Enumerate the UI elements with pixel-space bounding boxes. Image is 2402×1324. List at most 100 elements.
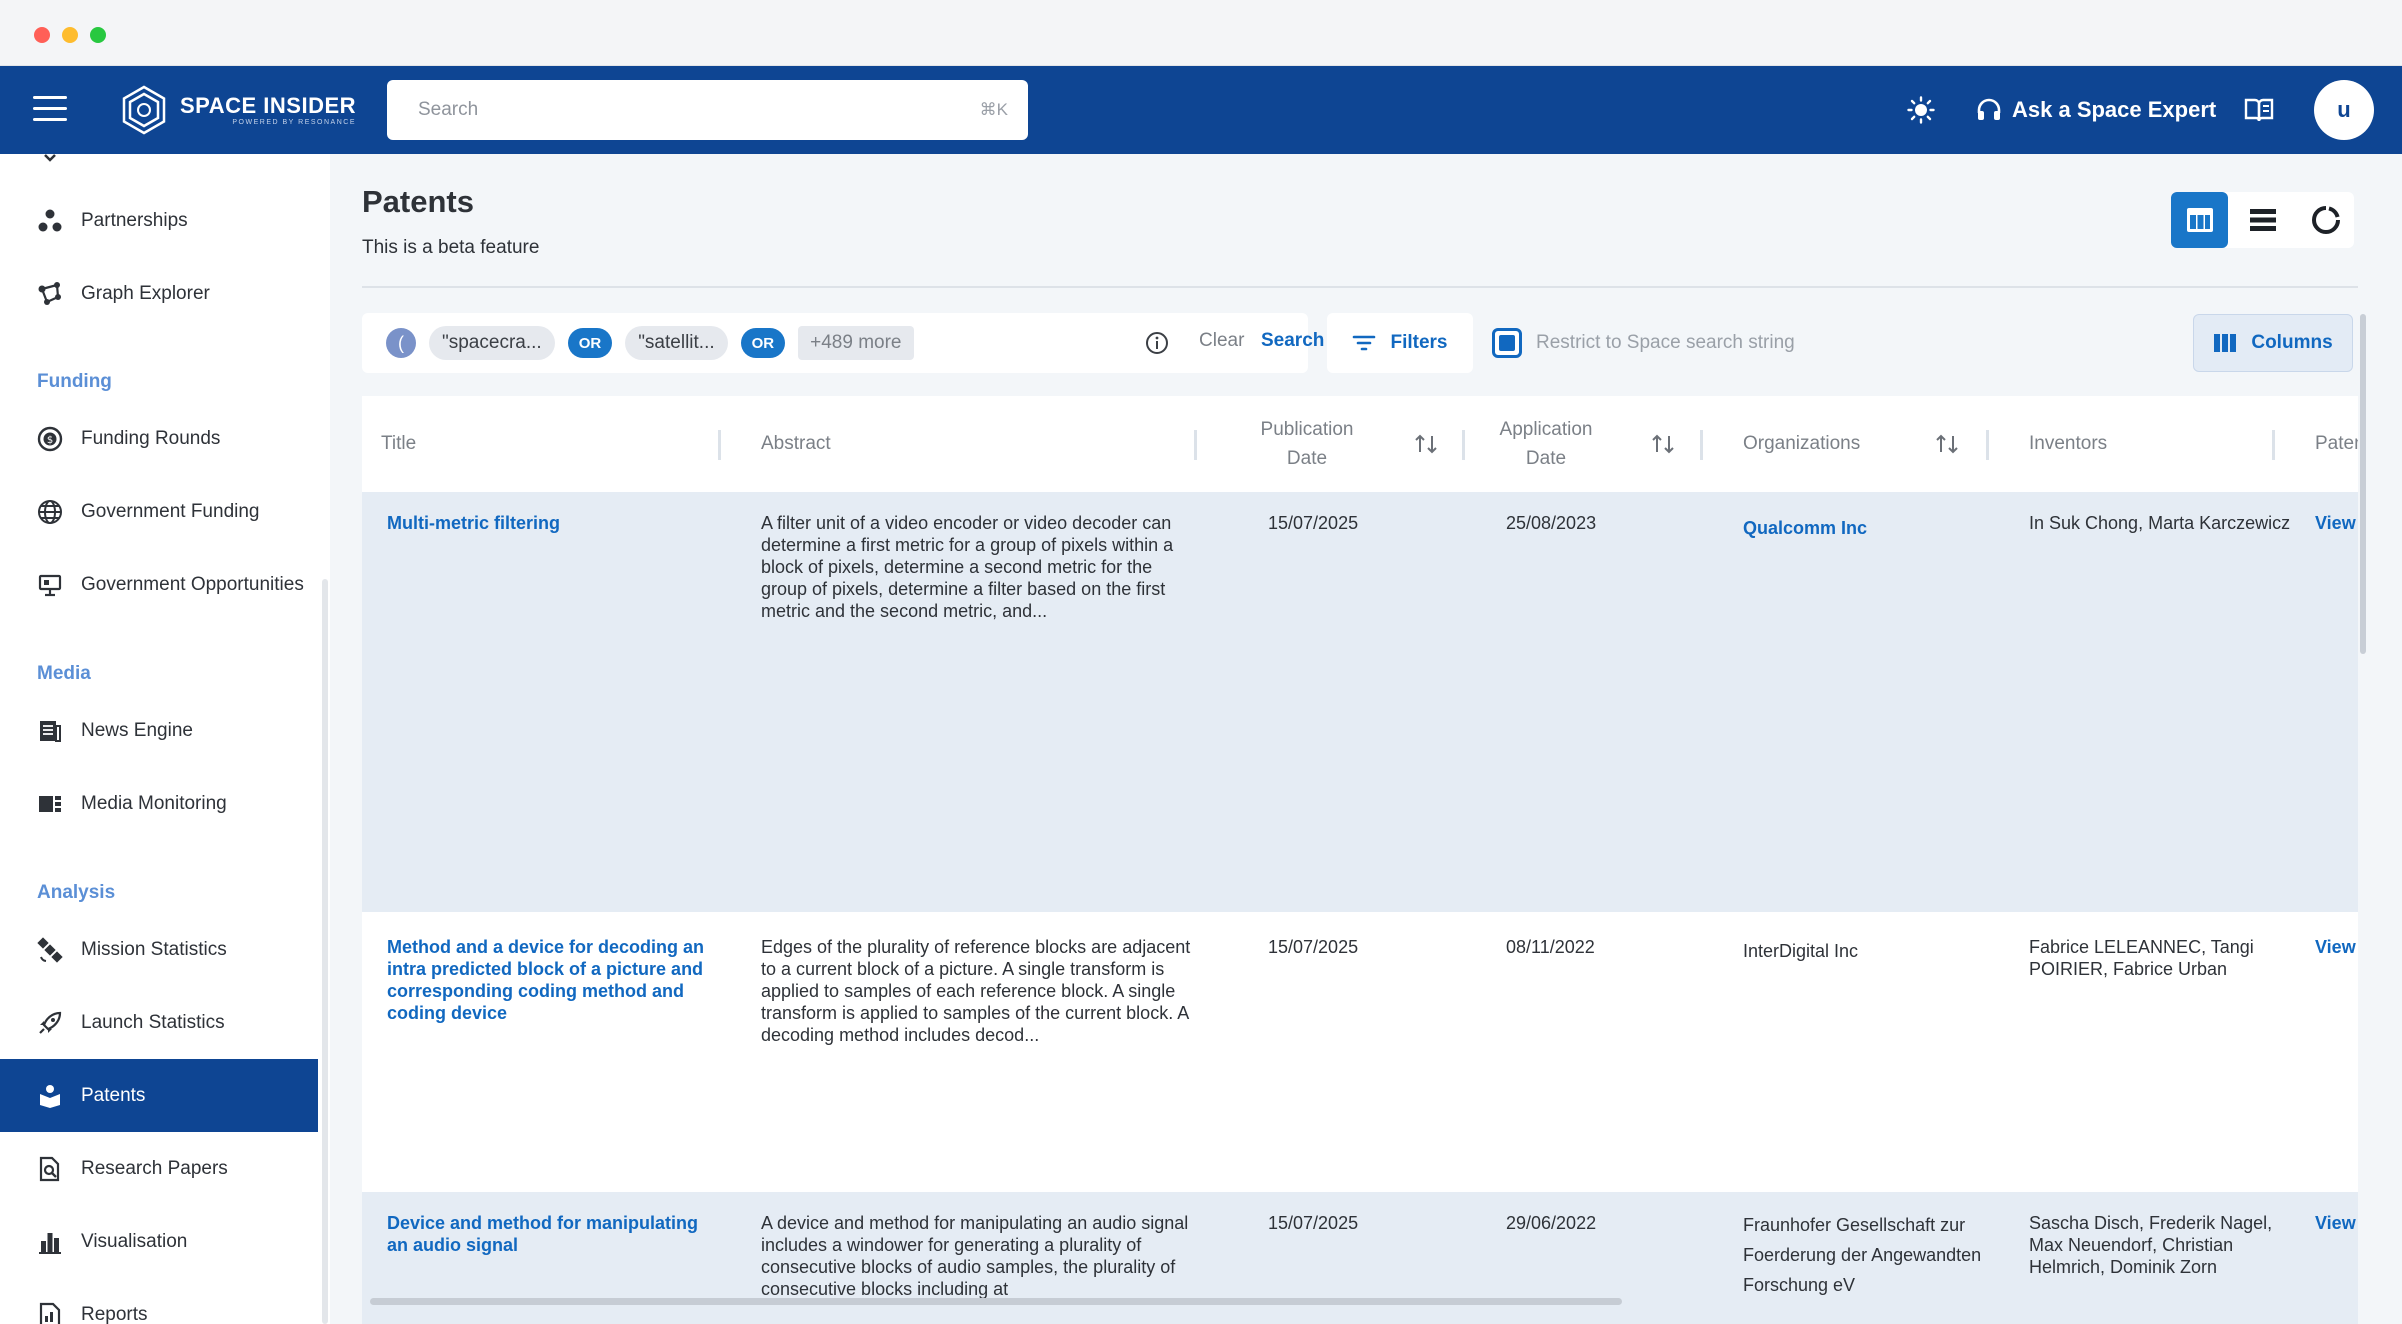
chart-view-button[interactable] <box>2297 192 2354 248</box>
header-patent[interactable]: Patent P <box>2315 396 2358 492</box>
filters-button[interactable]: Filters <box>1327 313 1473 373</box>
sidebar-item-launch-statistics[interactable]: Launch Statistics <box>0 986 318 1059</box>
restrict-toggle[interactable]: Restrict to Space search string <box>1492 328 1795 358</box>
patent-title-link[interactable]: Method and a device for decoding an intr… <box>387 936 717 1024</box>
top-app-bar: SPACE INSIDER POWERED BY RESONANCE ⌘K As… <box>0 66 2402 154</box>
column-resize-handle[interactable] <box>1462 430 1465 460</box>
sidebar-item-funding-rounds[interactable]: $ Funding Rounds <box>0 402 318 475</box>
sidebar-item-government-funding[interactable]: Government Funding <box>0 475 318 548</box>
filter-icon <box>1353 335 1376 351</box>
table-row[interactable]: Method and a device for decoding an intr… <box>362 912 2358 1192</box>
query-term-chip[interactable]: "satellit... <box>625 326 728 360</box>
theme-toggle-sun-icon[interactable] <box>1907 96 1935 124</box>
sort-arrows-icon[interactable] <box>1647 430 1679 458</box>
sidebar-item-media-monitoring[interactable]: Media Monitoring <box>0 767 318 840</box>
sidebar-item-patents[interactable]: Patents <box>0 1059 318 1132</box>
sidebar-item-label: Government Opportunities <box>81 573 304 595</box>
header-title[interactable]: Title <box>381 396 416 492</box>
section-title-funding: Funding <box>37 371 112 392</box>
sidebar-item-label: Media Monitoring <box>81 792 227 814</box>
columns-icon <box>2214 334 2237 352</box>
header-publication-date[interactable]: Publication Date <box>1247 396 1367 492</box>
publication-date: 15/07/2025 <box>1268 937 1359 957</box>
table-horizontal-scrollbar[interactable] <box>370 1298 1622 1305</box>
page-subtitle: This is a beta feature <box>362 237 540 258</box>
or-operator-chip[interactable]: OR <box>740 328 786 358</box>
search-query-button[interactable]: Search <box>1261 330 1324 352</box>
globe-icon <box>37 499 63 525</box>
minimize-window-icon[interactable] <box>62 27 78 43</box>
sidebar-item-label: Research Papers <box>81 1157 228 1179</box>
inventors: Sascha Disch, Frederik Nagel, Max Neuend… <box>2029 1213 2273 1277</box>
patent-title-link[interactable]: Multi-metric filtering <box>387 512 717 534</box>
sidebar-item-graph-explorer[interactable]: Graph Explorer <box>0 257 318 330</box>
or-operator-chip[interactable]: OR <box>567 328 613 358</box>
organization-link[interactable]: Qualcomm Inc <box>1743 517 1993 539</box>
close-window-icon[interactable] <box>34 27 50 43</box>
sort-arrows-icon[interactable] <box>1931 430 1963 458</box>
logo[interactable]: SPACE INSIDER POWERED BY RESONANCE <box>118 80 356 140</box>
table-view-button[interactable] <box>2171 192 2228 248</box>
column-resize-handle[interactable] <box>2272 430 2275 460</box>
sidebar-scrollbar[interactable] <box>322 579 328 1324</box>
sidebar-item-news-engine[interactable]: News Engine <box>0 694 318 767</box>
view-toggle <box>2171 192 2354 248</box>
user-avatar[interactable]: u <box>2314 80 2374 140</box>
header-application-date-line1: Application <box>1499 419 1593 440</box>
publication-date: 15/07/2025 <box>1268 1213 1359 1233</box>
sidebar-item-reports[interactable]: Reports <box>0 1278 318 1324</box>
header-inventors[interactable]: Inventors <box>2029 396 2107 492</box>
global-search[interactable]: ⌘K <box>387 80 1028 140</box>
application-date: 29/06/2022 <box>1506 1213 1597 1233</box>
restrict-checkbox[interactable] <box>1492 328 1522 358</box>
ask-expert-label: Ask a Space Expert <box>2012 97 2217 122</box>
main-vertical-scrollbar[interactable] <box>2360 314 2366 654</box>
header-divider <box>362 286 2358 288</box>
organization-name: Fraunhofer Gesellschaft zur Foerderung d… <box>1743 1215 1982 1295</box>
table-row[interactable]: Multi-metric filtering A filter unit of … <box>362 492 2358 912</box>
sidebar-item-label: Partnerships <box>81 209 188 231</box>
search-input[interactable] <box>418 99 980 121</box>
sidebar-item-mission-statistics[interactable]: Mission Statistics <box>0 913 318 986</box>
header-organizations[interactable]: Organizations <box>1743 396 1860 492</box>
header-abstract[interactable]: Abstract <box>761 396 831 492</box>
sidebar-item-label: Government Funding <box>81 500 260 522</box>
ask-expert-button[interactable]: Ask a Space Expert <box>1976 94 2216 126</box>
maximize-window-icon[interactable] <box>90 27 106 43</box>
document-search-icon <box>37 1156 63 1182</box>
header-application-date-line2: Date <box>1525 448 1567 469</box>
menu-icon[interactable] <box>33 96 67 124</box>
sidebar-item-partnerships[interactable]: Partnerships <box>0 184 318 257</box>
patent-abstract: Edges of the plurality of reference bloc… <box>761 937 1191 1045</box>
newspaper-icon <box>37 718 63 744</box>
paren-chip[interactable]: ( <box>386 328 416 358</box>
open-book-icon[interactable] <box>2243 96 2275 124</box>
column-resize-handle[interactable] <box>1194 430 1197 460</box>
more-terms-chip[interactable]: +489 more <box>798 326 914 360</box>
application-date: 25/08/2023 <box>1506 513 1597 533</box>
query-term-chip[interactable]: "spacecra... <box>429 326 555 360</box>
info-icon[interactable] <box>1145 331 1169 355</box>
list-view-button[interactable] <box>2234 192 2291 248</box>
patent-abstract: A device and method for manipulating an … <box>761 1213 1189 1299</box>
columns-button[interactable]: Columns <box>2193 314 2353 372</box>
view-patent-link[interactable]: View Pa <box>2315 936 2358 958</box>
sidebar-item-research-papers[interactable]: Research Papers <box>0 1132 318 1205</box>
column-resize-handle[interactable] <box>1986 430 1989 460</box>
column-resize-handle[interactable] <box>1700 430 1703 460</box>
search-shortcut: ⌘K <box>979 100 1008 119</box>
view-patent-link[interactable]: View Pa <box>2315 512 2358 534</box>
header-application-date[interactable]: Application Date <box>1486 396 1606 492</box>
view-patent-link[interactable]: View Pa <box>2315 1212 2358 1234</box>
sidebar-item-visualisation[interactable]: Visualisation <box>0 1205 318 1278</box>
column-resize-handle[interactable] <box>718 430 721 460</box>
publication-date: 15/07/2025 <box>1268 513 1359 533</box>
page-title: Patents <box>362 184 474 219</box>
sidebar-item-government-opportunities[interactable]: Government Opportunities <box>0 548 318 621</box>
patent-title-link[interactable]: Device and method for manipulating an au… <box>387 1212 717 1256</box>
brand-name: SPACE INSIDER <box>180 92 357 118</box>
bar-chart-icon <box>37 1229 63 1255</box>
sort-arrows-icon[interactable] <box>1410 430 1442 458</box>
sidebar-item-label: Visualisation <box>81 1230 188 1252</box>
clear-query-button[interactable]: Clear <box>1199 330 1244 352</box>
